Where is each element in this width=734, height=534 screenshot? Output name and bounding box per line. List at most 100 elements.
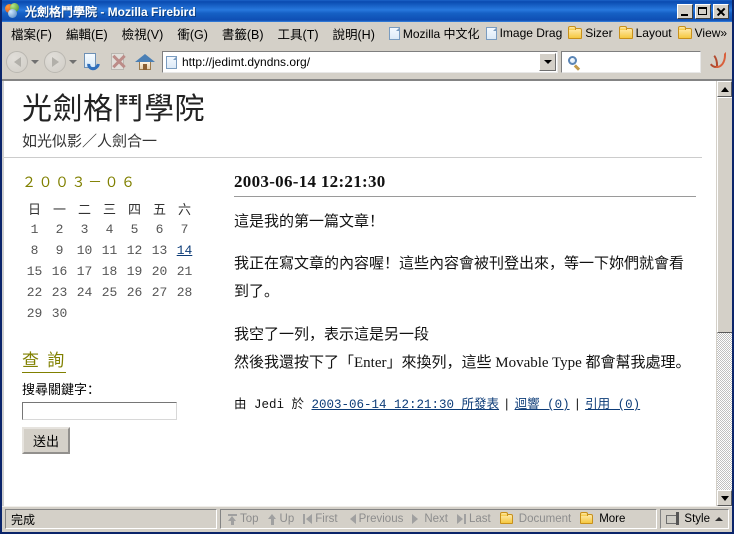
calendar-day: 22 [26,284,43,300]
footer-separator: | [503,398,511,413]
menu-item-file[interactable]: 檔案(F) [4,22,59,44]
weekday-sat: 六 [177,202,191,218]
calendar-day: 29 [26,305,43,321]
status-text-panel: 完成 [5,509,217,529]
reload-button[interactable] [80,49,106,75]
bookmark-mozilla-chinese[interactable]: Mozilla 中文化 [387,23,484,44]
bookmark-layout[interactable]: Layout [617,24,676,42]
bookmark-sizer[interactable]: Sizer [566,24,616,42]
statusbar-next-link[interactable]: Next [409,513,451,525]
calendar-title: ２００３－０６ [22,175,138,192]
statusbar-link-label: Document [518,513,572,525]
calendar-day: 5 [130,221,139,237]
forward-dropdown-icon[interactable] [69,60,77,64]
search-field-label: 搜尋關鍵字： [22,381,101,397]
arrow-left-icon [347,514,356,524]
calendar-week-row: 1234567 [22,219,197,240]
maximize-button[interactable] [695,3,711,19]
calendar-day: 26 [126,284,143,300]
menu-bar: 檔案(F) 編輯(E) 檢視(V) 衝(G) 書籤(B) 工具(T) 說明(H)… [2,22,732,45]
menu-item-tools[interactable]: 工具(T) [271,22,326,44]
calendar-day: 28 [176,284,193,300]
search-icon [566,55,581,70]
statusbar-top-link[interactable]: Top [225,513,262,525]
status-message: 完成 [11,512,36,527]
calendar-day: 13 [151,242,168,258]
browser-window: 光劍格鬥學院 - Mozilla Firebird 檔案(F) 編輯(E) 檢視… [0,0,734,534]
statusbar-more-link[interactable]: More [577,512,628,525]
menu-item-go[interactable]: 衝(G) [170,22,215,44]
stop-button[interactable] [106,49,132,75]
footer-separator: | [573,398,582,413]
style-panel[interactable]: Style [660,509,729,529]
statusbar-link-label: Previous [358,513,404,525]
calendar-day: 15 [26,263,43,279]
statusbar-previous-link[interactable]: Previous [344,513,407,525]
scrollbar-track[interactable] [717,97,732,490]
calendar-day: 21 [176,263,193,279]
window-title: 光劍格鬥學院 - Mozilla Firebird [25,4,196,19]
forward-button[interactable] [42,49,68,75]
post-date-heading: 2003-06-14 12:21:30 [234,172,696,197]
search-bar[interactable] [561,51,701,73]
calendar-day: 30 [51,305,68,321]
calendar-day: 6 [155,221,164,237]
menu-item-bookmarks[interactable]: 書籤(B) [215,22,271,44]
url-input[interactable]: http://jedimt.dyndns.org/ [182,55,539,69]
bookmark-view[interactable]: View» [676,24,731,42]
navigation-toolbar: http://jedimt.dyndns.org/ [2,45,732,80]
statusbar-last-link[interactable]: Last [454,513,494,525]
post-paragraph: 我正在寫文章的內容喔！這些內容會被刊登出來，等一下妳們就會看到了。 [234,256,685,301]
folder-icon [568,25,583,39]
post-comments-link[interactable]: 迴響 (0) [515,398,570,412]
web-page: 光劍格鬥學院 如光似影／人劍合一 ２００３－０６ 日 一 二 三 四 五 六 1… [2,81,716,506]
page-title: 光劍格鬥學院 [22,93,205,126]
statusbar-up-link[interactable]: Up [265,513,298,525]
scroll-down-button[interactable] [717,490,732,506]
calendar-empty-cell [172,303,197,324]
vertical-scrollbar[interactable] [716,81,732,506]
calendar-day: 4 [105,221,114,237]
url-dropdown-button[interactable] [539,53,556,71]
calendar-day: 23 [51,284,68,300]
calendar-day: 1 [30,221,39,237]
arrow-first-icon [303,514,313,524]
arrow-up-icon [267,513,277,525]
back-dropdown-icon[interactable] [31,60,39,64]
calendar-day: 24 [76,284,93,300]
scrollbar-thumb[interactable] [717,97,732,333]
folder-icon [618,25,633,39]
url-bar[interactable]: http://jedimt.dyndns.org/ [162,51,558,73]
back-button[interactable] [4,49,30,75]
post-permalink[interactable]: 2003-06-14 12:21:30 所發表 [312,398,500,412]
page-icon [166,55,177,69]
calendar-day-link[interactable]: 14 [177,243,193,258]
statusbar-document-link[interactable]: Document [497,512,574,525]
site-navigation-panel: Top Up First Previous Next Last Document… [220,509,658,529]
menu-item-help[interactable]: 說明(H) [326,22,382,44]
calendar-week-row: 15 16 17 18 19 20 21 [22,261,197,282]
statusbar-first-link[interactable]: First [300,513,340,525]
search-submit-button[interactable]: 送出 [22,426,71,454]
search-keyword-input[interactable] [22,401,177,420]
close-button[interactable] [713,3,729,19]
calendar-day[interactable]: 14 [172,240,197,261]
weekday-fri: 五 [152,202,166,218]
home-button[interactable] [132,49,158,75]
bookmark-label: Layout [635,26,672,40]
bookmark-label: View» [694,26,728,40]
calendar-day: 19 [126,263,143,279]
document-icon [485,26,497,40]
page-subtitle: 如光似影／人劍合一 [22,133,158,150]
bookmark-image-drag[interactable]: Image Drag [484,24,567,42]
arrow-right-icon [412,514,421,524]
menu-item-view[interactable]: 檢視(V) [115,22,171,44]
minimize-button[interactable] [677,3,693,19]
document-icon [388,26,400,40]
calendar-body: 1 2 3 4 5 6 7 8 9 10 11 12 13 14 15 16 17 18 19 20 21 22 23 24 2… [22,219,197,324]
statusbar-link-label: Last [469,513,491,525]
scroll-up-button[interactable] [717,81,732,97]
chevron-up-icon[interactable] [715,517,723,521]
post-trackback-link[interactable]: 引用 (0) [585,398,640,412]
menu-item-edit[interactable]: 編輯(E) [59,22,115,44]
